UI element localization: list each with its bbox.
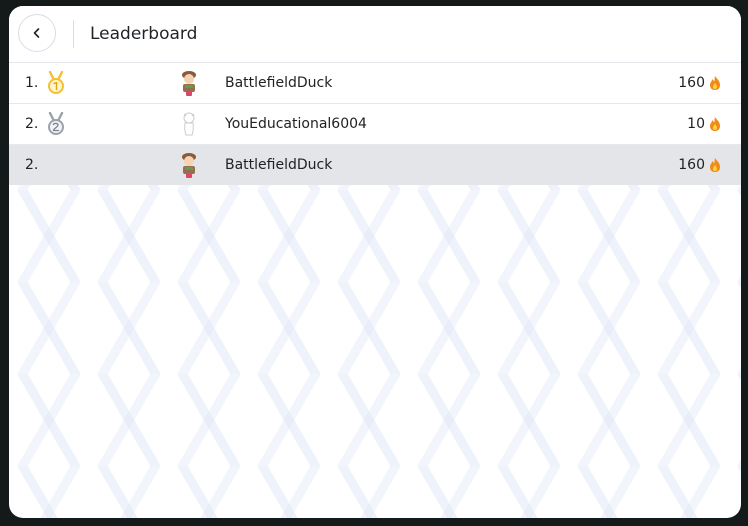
flame-icon xyxy=(710,76,720,90)
current-user-row[interactable]: 2. BattlefieldDuck 160 xyxy=(9,145,741,185)
silver-medal-icon xyxy=(48,112,64,135)
leaderboard-panel: Leaderboard 1. BattlefieldDuck 160 2. Yo… xyxy=(9,6,741,518)
rank-number: 1. xyxy=(25,75,39,91)
rank-number: 2. xyxy=(25,116,39,132)
score-value: 10 xyxy=(687,116,705,132)
username: YouEducational6004 xyxy=(225,116,367,132)
username: BattlefieldDuck xyxy=(225,157,333,173)
leaderboard-list: 1. BattlefieldDuck 160 2. YouEducational… xyxy=(9,63,741,185)
score-value: 160 xyxy=(678,157,705,173)
user-avatar xyxy=(183,112,195,136)
back-button[interactable] xyxy=(18,14,56,52)
leaderboard-header: Leaderboard xyxy=(9,6,741,63)
score-value: 160 xyxy=(678,75,705,91)
gold-medal-icon xyxy=(48,71,64,94)
flame-icon xyxy=(710,117,720,131)
header-divider xyxy=(73,20,74,48)
rank-number: 2. xyxy=(25,157,39,173)
page-title: Leaderboard xyxy=(90,24,198,44)
user-avatar xyxy=(182,71,196,96)
chevron-left-icon xyxy=(33,28,40,38)
leaderboard-row[interactable]: 2. YouEducational6004 10 xyxy=(9,104,741,145)
username: BattlefieldDuck xyxy=(225,75,333,91)
flame-icon xyxy=(710,158,720,172)
leaderboard-row[interactable]: 1. BattlefieldDuck 160 xyxy=(9,63,741,104)
user-avatar xyxy=(182,153,196,178)
